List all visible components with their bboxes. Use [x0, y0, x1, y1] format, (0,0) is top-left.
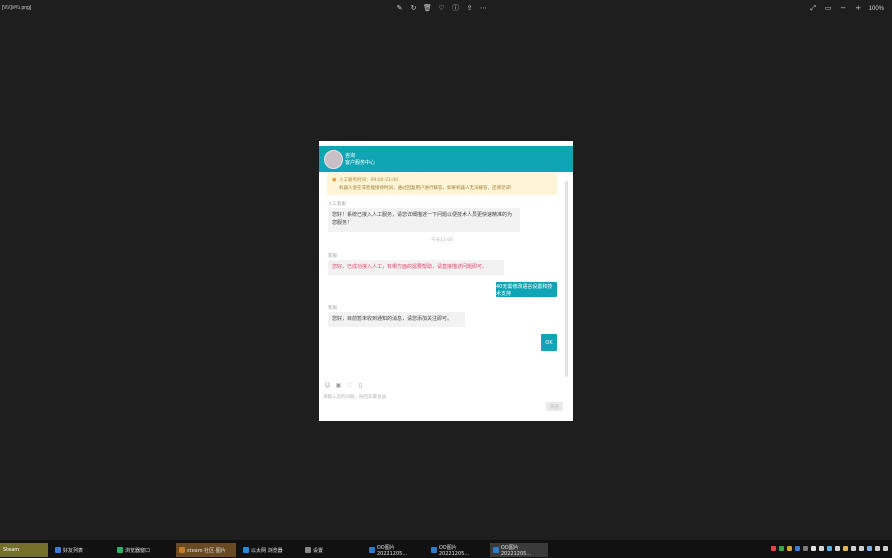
favorite-icon[interactable]: ♡ — [437, 4, 446, 13]
app-icon — [305, 547, 311, 553]
taskbar-app-label: 以太网 浏览器 — [251, 547, 283, 554]
taskbar-start-item[interactable]: Steam — [0, 543, 48, 557]
app-icon — [431, 547, 437, 553]
app-icon — [117, 547, 123, 553]
info-icon[interactable]: ⓘ — [451, 4, 460, 13]
system-tray — [771, 546, 888, 551]
file-icon[interactable]: ▯ — [357, 382, 364, 389]
tray-icon[interactable] — [851, 546, 856, 551]
taskbar-app-label: OO图片20221205... — [438, 544, 470, 557]
app-icon — [493, 547, 499, 553]
zoom-in-icon[interactable]: + — [854, 4, 863, 13]
avatar — [324, 150, 343, 169]
tray-icon[interactable] — [867, 546, 872, 551]
zoom-out-icon[interactable]: − — [839, 4, 848, 13]
taskbar-app-item[interactable]: 以太网 浏览器 — [240, 543, 298, 557]
taskbar-app-label: 设置 — [313, 547, 324, 554]
notice-line-2: 机器人会在非智能接待时间，通过回复用户进行解答，如果机器人无法解答，还请见谅! — [339, 186, 512, 191]
image-icon[interactable]: ▣ — [335, 382, 342, 389]
message-sender: 人工客服 — [328, 202, 346, 207]
tray-icon[interactable] — [811, 546, 816, 551]
tray-icon[interactable] — [795, 546, 800, 551]
message-sender: 客服 — [328, 254, 337, 259]
input-toolbar: ☺ ▣ ♡ ▯ — [324, 382, 364, 389]
notice-icon: ● — [332, 177, 337, 183]
message-bubble: 您好，已成功接入人工，有哪方面的需要帮助，请直接描述问题即可。 — [328, 260, 504, 275]
chat-agent-subtitle: 客户服务中心 — [345, 160, 376, 166]
taskbar-app-item[interactable]: OO图片20221205... — [366, 543, 424, 557]
tray-icon[interactable] — [859, 546, 864, 551]
notice-line-1: 人工服务时间：09:00-21:00 — [339, 178, 399, 183]
my-message-bubble: OK — [541, 334, 557, 351]
taskbar-app-label: 浏览器窗口 — [125, 547, 151, 554]
app-icon — [243, 547, 249, 553]
taskbar-app-item[interactable]: 浏览器窗口 — [114, 543, 172, 557]
viewer-actions: ✎ ↻ 🗑 ♡ ⓘ ⇪ ⋯ — [395, 4, 488, 13]
more-icon[interactable]: ⋯ — [479, 4, 488, 13]
taskbar-app-item[interactable]: OO图片20221205... — [428, 543, 486, 557]
rotate-icon[interactable]: ↻ — [409, 4, 418, 13]
taskbar-app-label: OO图片20221205... — [500, 544, 532, 557]
taskbar-app-item[interactable]: OO图片20221205... — [490, 543, 548, 557]
tray-icon[interactable] — [779, 546, 784, 551]
tray-icon[interactable] — [843, 546, 848, 551]
taskbar: Steam 好友列表 浏览器窗口 steam 社区·图片 以太网 浏览器 设置 OO图片2… — [0, 540, 892, 558]
message-input[interactable]: 请输入您的问题，按回车键发送 — [323, 394, 386, 400]
app-icon — [55, 547, 61, 553]
fullscreen-icon[interactable]: ⤢ — [809, 4, 818, 13]
rating-icon[interactable]: ♡ — [346, 382, 353, 389]
taskbar-app-item[interactable]: 好友列表 — [52, 543, 110, 557]
taskbar-app-item[interactable]: steam 社区·图片 — [176, 543, 236, 557]
edit-icon[interactable]: ✎ — [395, 4, 404, 13]
chat-agent-name: 咨询 — [345, 153, 356, 159]
message-bubble: 您好，目前暂未收到通知的消息，请您添加关注即可。 — [328, 312, 465, 327]
tray-icon[interactable] — [803, 546, 808, 551]
message-sender: 客服 — [328, 306, 337, 311]
tray-icon[interactable] — [787, 546, 792, 551]
app-icon — [179, 547, 185, 553]
fit-icon[interactable]: ▭ — [824, 4, 833, 13]
app-icon — [369, 547, 375, 553]
send-button[interactable]: 发送 — [546, 402, 563, 411]
viewer-toolbar: [\\\\\]\#\\\.png] ✎ ↻ 🗑 ♡ ⓘ ⇪ ⋯ ⤢ ▭ − + … — [0, 0, 892, 20]
tray-icon[interactable] — [819, 546, 824, 551]
tray-icon[interactable] — [835, 546, 840, 551]
taskbar-app-label: OO图片20221205... — [376, 544, 408, 557]
chat-scrollbar[interactable] — [565, 181, 568, 377]
message-bubble: 您好！系统已接入人工服务，请您详细描述一下问题以便技术人员更快速精准的为您服务！ — [328, 208, 520, 232]
service-notice: ● 人工服务时间：09:00-21:00 机器人会在非智能接待时间，通过回复用户… — [327, 173, 557, 195]
tray-icon[interactable] — [827, 546, 832, 551]
taskbar-app-label: 好友列表 — [63, 547, 84, 554]
taskbar-app-label: steam 社区·图片 — [187, 547, 226, 554]
emoji-icon[interactable]: ☺ — [324, 382, 331, 389]
tray-icon[interactable] — [883, 546, 888, 551]
chat-window: 咨询 客户服务中心 ● 人工服务时间：09:00-21:00 机器人会在非智能接… — [319, 141, 573, 421]
zoom-level: 100% — [868, 5, 884, 12]
taskbar-app-item[interactable]: 设置 — [302, 543, 360, 557]
file-name: [\\\\\]\#\\\.png] — [2, 5, 32, 11]
chat-header: 咨询 客户服务中心 — [319, 146, 573, 172]
time-divider: 今天11:00 — [431, 238, 453, 243]
delete-icon[interactable]: 🗑 — [423, 4, 432, 13]
viewer-zoom-controls: ⤢ ▭ − + 100% — [809, 4, 884, 13]
tray-icon[interactable] — [875, 546, 880, 551]
share-icon[interactable]: ⇪ — [465, 4, 474, 13]
tray-icon[interactable] — [771, 546, 776, 551]
my-message-bubble: 40无需修改语言设置和技术支持 — [496, 282, 557, 297]
